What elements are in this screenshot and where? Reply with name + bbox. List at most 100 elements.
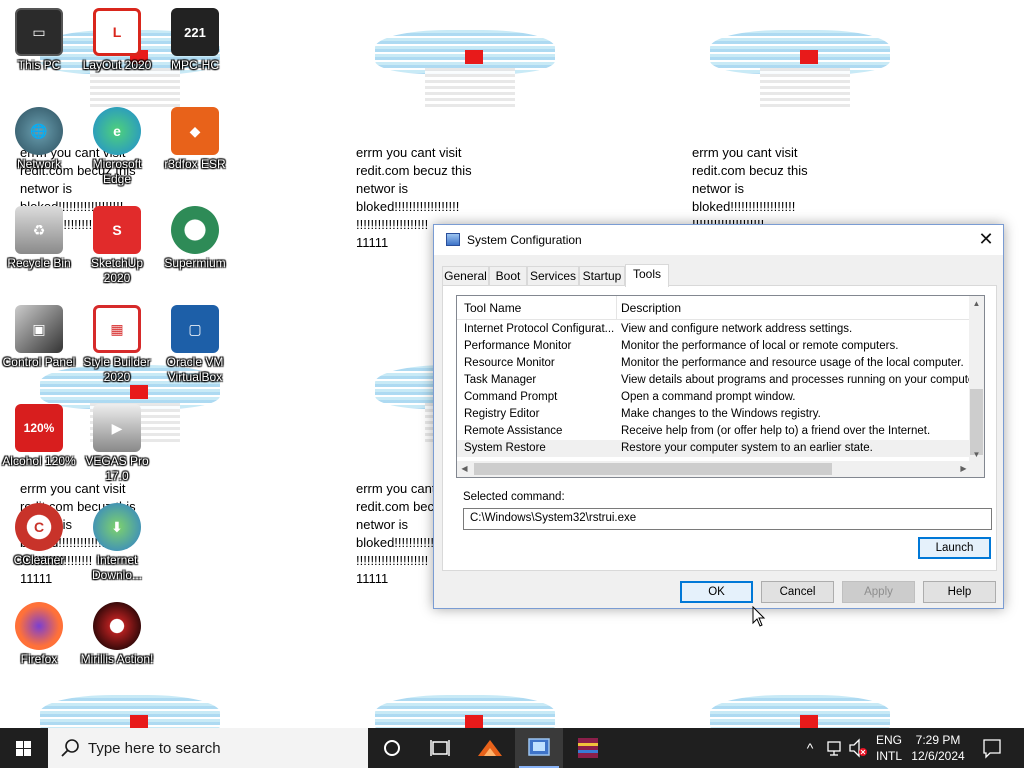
desktop-icon-label: SketchUp 2020 bbox=[90, 256, 144, 285]
system-configuration-dialog: System Configuration ✕ General Boot Serv… bbox=[433, 224, 1004, 609]
desktop-icon-internet-download[interactable]: ⬇ Internet Downlo... bbox=[78, 503, 156, 583]
desktop-icon-label: Recycle Bin bbox=[7, 256, 71, 270]
desktop-icon-alcohol[interactable]: 120% Alcohol 120% bbox=[0, 404, 78, 469]
desktop-icon-label: LayOut 2020 bbox=[82, 58, 152, 72]
tab-tools[interactable]: Tools bbox=[625, 264, 669, 287]
vertical-scroll-thumb[interactable] bbox=[970, 389, 983, 455]
close-button[interactable]: ✕ bbox=[969, 225, 1003, 255]
taskbar-app-winrar[interactable] bbox=[564, 728, 612, 768]
list-item[interactable]: Command Prompt Open a command prompt win… bbox=[457, 389, 971, 406]
list-item-selected[interactable]: System Restore Restore your computer sys… bbox=[457, 440, 971, 457]
selected-command-field[interactable]: C:\Windows\System32\rstrui.exe bbox=[463, 508, 992, 530]
cancel-button[interactable]: Cancel bbox=[761, 581, 834, 603]
tool-description: Receive help from (or offer help to) a f… bbox=[621, 425, 931, 437]
taskbar-clock[interactable]: 7:29 PM 12/6/2024 bbox=[908, 732, 968, 764]
tab-boot[interactable]: Boot bbox=[489, 266, 527, 286]
vertical-scrollbar[interactable]: ▲ ▼ bbox=[969, 296, 984, 462]
input-language-indicator[interactable]: ENG INTL bbox=[876, 732, 902, 764]
help-button[interactable]: Help bbox=[923, 581, 996, 603]
tab-startup[interactable]: Startup bbox=[579, 266, 625, 286]
tool-name: Remote Assistance bbox=[464, 425, 563, 437]
desktop-icon-label: VEGAS Pro 17.0 bbox=[85, 454, 149, 483]
desktop-icon-sketchup[interactable]: S SketchUp 2020 bbox=[78, 206, 156, 286]
task-view-button[interactable] bbox=[416, 728, 464, 768]
desktop-icon-label: MPC-HC bbox=[171, 58, 219, 72]
ccleaner-icon: C bbox=[15, 503, 63, 551]
tool-description: Open a command prompt window. bbox=[621, 391, 796, 403]
list-item[interactable]: Performance Monitor Monitor the performa… bbox=[457, 338, 971, 355]
desktop-icon-ccleaner[interactable]: C CCleaner bbox=[0, 503, 78, 568]
show-hidden-icons-button[interactable]: ^ bbox=[800, 728, 820, 768]
launch-button[interactable]: Launch bbox=[918, 537, 991, 559]
desktop-icon-label: Supermium bbox=[164, 256, 226, 270]
desktop-icon-label: Internet Downlo... bbox=[91, 553, 143, 582]
desktop-icon-label: Mirillis Action! bbox=[80, 652, 154, 666]
tab-services[interactable]: Services bbox=[527, 266, 579, 286]
desktop-icon-mpc-hc[interactable]: 221 MPC-HC bbox=[156, 8, 234, 73]
winrar-icon bbox=[578, 738, 598, 758]
scroll-left-icon[interactable]: ◀ bbox=[457, 461, 472, 477]
search-icon bbox=[61, 739, 79, 757]
clock-date: 12/6/2024 bbox=[911, 749, 965, 763]
desktop-icon-vegas[interactable]: ▶ VEGAS Pro 17.0 bbox=[78, 404, 156, 484]
tool-description: Monitor the performance of local or remo… bbox=[621, 340, 899, 352]
list-item[interactable]: Registry Editor Make changes to the Wind… bbox=[457, 406, 971, 423]
desktop-icon-label: Alcohol 120% bbox=[2, 454, 76, 468]
desktop-icon-style-builder[interactable]: ▦ Style Builder 2020 bbox=[78, 305, 156, 385]
recycle-bin-icon: ♻ bbox=[15, 206, 63, 254]
list-item[interactable]: Internet Protocol Configurat... View and… bbox=[457, 321, 971, 338]
supermium-icon bbox=[171, 206, 219, 254]
network-icon: 🌐 bbox=[15, 107, 63, 155]
scrollbar-corner bbox=[969, 461, 984, 477]
tool-description: Restore your computer system to an earli… bbox=[621, 442, 873, 454]
column-header-tool-name[interactable]: Tool Name bbox=[464, 301, 521, 315]
vegas-icon: ▶ bbox=[93, 404, 141, 452]
dialog-title: System Configuration bbox=[467, 233, 582, 247]
r3dfox-taskbar-icon bbox=[478, 740, 502, 756]
notification-center-icon[interactable] bbox=[982, 728, 1002, 768]
list-header: Tool Name Description bbox=[457, 296, 971, 320]
desktop-icon-label: Network bbox=[16, 157, 61, 171]
taskbar-app-r3dfox[interactable] bbox=[466, 728, 514, 768]
horizontal-scrollbar[interactable]: ◀ ▶ bbox=[457, 461, 971, 477]
start-button[interactable] bbox=[0, 728, 48, 768]
cortana-button[interactable] bbox=[368, 728, 416, 768]
desktop-icon-mirillis[interactable]: Mirillis Action! bbox=[78, 602, 156, 667]
network-status-icon[interactable] bbox=[826, 728, 844, 768]
list-item[interactable]: Task Manager View details about programs… bbox=[457, 372, 971, 389]
scroll-up-icon[interactable]: ▲ bbox=[969, 296, 984, 311]
volume-muted-icon[interactable] bbox=[848, 728, 868, 768]
desktop-icon-label: CCleaner bbox=[13, 553, 65, 567]
tools-list[interactable]: Tool Name Description Internet Protocol … bbox=[456, 295, 985, 478]
dialog-titlebar[interactable]: System Configuration ✕ bbox=[434, 225, 1003, 255]
desktop-icon-recycle-bin[interactable]: ♻ Recycle Bin bbox=[0, 206, 78, 271]
internet-download-icon: ⬇ bbox=[93, 503, 141, 551]
r3dfox-icon: ◆ bbox=[171, 107, 219, 155]
desktop-icon-r3dfox[interactable]: ◆ r3dfox ESR bbox=[156, 107, 234, 172]
desktop-icon-this-pc[interactable]: ▭ This PC bbox=[0, 8, 78, 73]
desktop-icon-network[interactable]: 🌐 Network bbox=[0, 107, 78, 172]
list-item[interactable]: Remote Assistance Receive help from (or … bbox=[457, 423, 971, 440]
sketchup-icon: S bbox=[93, 206, 141, 254]
tab-general[interactable]: General bbox=[442, 266, 489, 286]
tool-description: View details about programs and processe… bbox=[621, 374, 971, 386]
desktop-icon-firefox[interactable]: Firefox bbox=[0, 602, 78, 667]
column-header-description[interactable]: Description bbox=[621, 301, 681, 315]
wallpaper-tile bbox=[690, 10, 920, 120]
desktop-icon-layout[interactable]: L LayOut 2020 bbox=[78, 8, 156, 73]
ok-button[interactable]: OK bbox=[680, 581, 753, 603]
desktop-icon-control-panel[interactable]: ▣ Control Panel bbox=[0, 305, 78, 370]
language-code: ENG bbox=[876, 733, 903, 747]
control-panel-icon: ▣ bbox=[15, 305, 63, 353]
list-item[interactable]: Resource Monitor Monitor the performance… bbox=[457, 355, 971, 372]
taskbar-app-system-configuration[interactable] bbox=[515, 728, 563, 768]
tools-panel: Tool Name Description Internet Protocol … bbox=[442, 285, 997, 571]
virtualbox-icon: ▢ bbox=[171, 305, 219, 353]
tool-name: Performance Monitor bbox=[464, 340, 572, 352]
desktop-icon-virtualbox[interactable]: ▢ Oracle VM VirtualBox bbox=[156, 305, 234, 385]
scroll-down-icon[interactable]: ▼ bbox=[969, 447, 984, 462]
taskbar-search[interactable]: Type here to search bbox=[48, 728, 368, 768]
desktop-icon-edge[interactable]: e Microsoft Edge bbox=[78, 107, 156, 187]
desktop-icon-supermium[interactable]: Supermium bbox=[156, 206, 234, 271]
horizontal-scroll-thumb[interactable] bbox=[474, 463, 832, 475]
